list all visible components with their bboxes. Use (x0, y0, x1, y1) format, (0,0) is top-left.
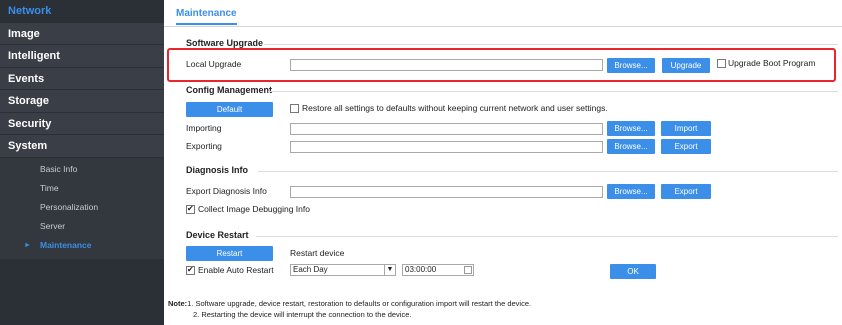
export-file-field[interactable] (290, 141, 603, 153)
boot-program-label: Upgrade Boot Program (728, 58, 816, 68)
restart-frequency-select[interactable]: Each Day ▼ (290, 264, 396, 276)
diagnosis-browse-button[interactable]: Browse... (607, 184, 655, 199)
ok-button[interactable]: OK (610, 264, 656, 279)
device-restart-title: Device Restart (186, 230, 249, 240)
sidebar-item-system[interactable]: System (0, 135, 164, 158)
tab-bar: Maintenance (164, 0, 842, 27)
upgrade-button[interactable]: Upgrade (662, 58, 710, 73)
subitem-maintenance-label: Maintenance (40, 239, 92, 250)
sidebar: Network Image Intelligent Events Storage… (0, 0, 164, 325)
auto-restart-checkbox[interactable] (186, 265, 195, 275)
note-line2: 2. Restarting the device will interrupt … (193, 310, 412, 319)
collect-debug-label: Collect Image Debugging Info (198, 204, 310, 214)
sidebar-item-network[interactable]: Network (0, 0, 164, 23)
import-file-field[interactable] (290, 123, 603, 135)
default-button[interactable]: Default (186, 102, 273, 117)
restart-time-value: 03:00:00 (405, 265, 437, 274)
caret-right-icon: ► (24, 241, 31, 249)
local-upgrade-label: Local Upgrade (186, 59, 242, 69)
diagnosis-file-field[interactable] (290, 186, 603, 198)
restart-time-field[interactable]: 03:00:00 (402, 264, 474, 276)
importing-label: Importing (186, 123, 222, 133)
restore-label: Restore all settings to defaults without… (302, 103, 608, 113)
subitem-maintenance[interactable]: ► Maintenance (0, 236, 164, 255)
note-line1: 1. Software upgrade, device restart, res… (187, 299, 532, 308)
restore-checkbox[interactable] (290, 104, 299, 113)
collect-debug-checkbox[interactable] (186, 204, 195, 214)
upgrade-file-field[interactable] (290, 59, 603, 71)
divider (264, 44, 838, 45)
restart-button[interactable]: Restart (186, 246, 273, 261)
config-management-title: Config Management (186, 85, 273, 95)
divider (258, 171, 838, 172)
note-prefix: Note: (168, 299, 188, 308)
diagnosis-info-title: Diagnosis Info (186, 165, 249, 175)
sidebar-item-storage[interactable]: Storage (0, 90, 164, 113)
chevron-down-icon[interactable]: ▼ (384, 265, 395, 275)
restart-frequency-value: Each Day (293, 265, 328, 274)
auto-restart-label: Enable Auto Restart (198, 265, 274, 275)
boot-program-checkbox[interactable] (717, 59, 726, 68)
main-panel: Maintenance Software Upgrade Local Upgra… (164, 0, 842, 325)
software-upgrade-title: Software Upgrade (186, 38, 264, 48)
sidebar-item-image[interactable]: Image (0, 22, 164, 45)
clock-icon[interactable] (464, 266, 472, 274)
subitem-time[interactable]: Time (0, 179, 164, 198)
import-browse-button[interactable]: Browse... (607, 121, 655, 136)
export-button[interactable]: Export (661, 139, 711, 154)
divider (256, 236, 838, 237)
subitem-personalization[interactable]: Personalization (0, 198, 164, 217)
sidebar-item-security[interactable]: Security (0, 112, 164, 135)
divider (268, 91, 838, 92)
subitem-basic-info[interactable]: Basic Info (0, 160, 164, 179)
upgrade-browse-button[interactable]: Browse... (607, 58, 655, 73)
export-diagnosis-label: Export Diagnosis Info (186, 186, 267, 196)
diagnosis-export-button[interactable]: Export (661, 184, 711, 199)
export-browse-button[interactable]: Browse... (607, 139, 655, 154)
exporting-label: Exporting (186, 141, 222, 151)
subitem-server[interactable]: Server (0, 217, 164, 236)
import-button[interactable]: Import (661, 121, 711, 136)
restart-device-label: Restart device (290, 248, 345, 258)
system-submenu: Basic Info Time Personalization Server ►… (0, 157, 164, 259)
note-text: Note:1. Software upgrade, device restart… (168, 298, 531, 320)
tab-maintenance[interactable]: Maintenance (176, 8, 237, 25)
sidebar-item-events[interactable]: Events (0, 67, 164, 90)
sidebar-item-intelligent[interactable]: Intelligent (0, 45, 164, 68)
